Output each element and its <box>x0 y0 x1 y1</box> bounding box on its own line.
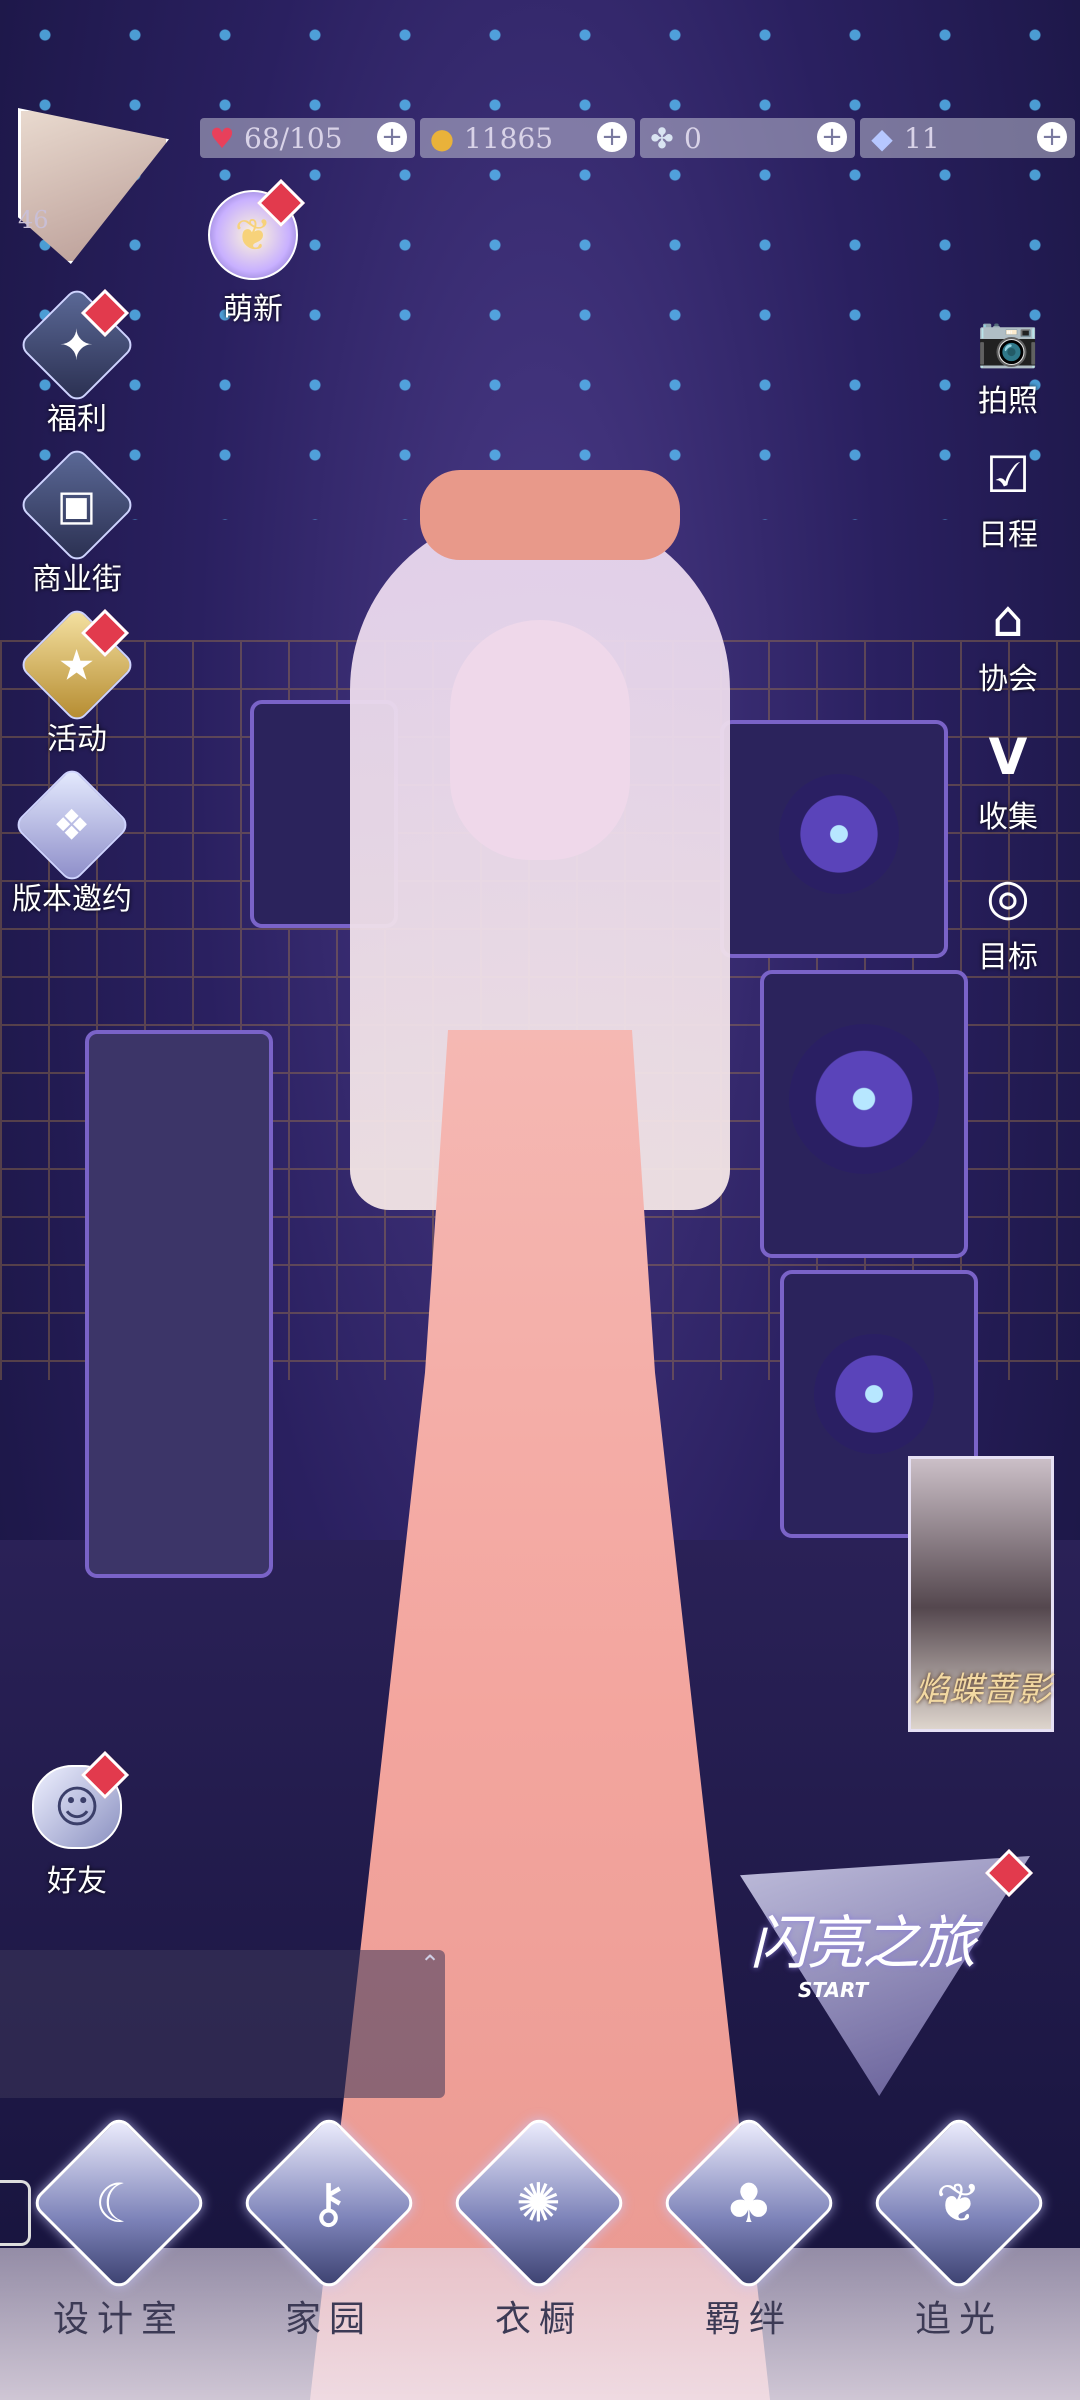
nav-label: 羁绊 <box>704 2299 793 2340</box>
nav-chase-light[interactable]: ❦ 追光 <box>869 2113 1049 2342</box>
shopping-street-button[interactable]: ▣ 商业街 <box>17 445 137 598</box>
collection-v-icon: V <box>988 728 1028 786</box>
player-avatar[interactable]: 46 <box>18 108 169 264</box>
swan-icon: ❖ <box>53 800 91 850</box>
clover-icon: ♣ <box>659 2113 839 2293</box>
chat-panel[interactable] <box>0 1950 445 2098</box>
diamond-icon: ◆ <box>871 121 893 155</box>
gold-coin-icon: ● <box>429 121 455 155</box>
collection-button[interactable]: V 收集 <box>958 722 1058 836</box>
nav-home[interactable]: ⚷ 家园 <box>239 2113 419 2342</box>
currency-bar: ♥ 68/105 + ● 11865 + ✤ 0 + ◆ 11 + <box>200 118 1080 158</box>
newbie-label: 萌新 <box>223 292 283 327</box>
clover-crystal-icon: ✤ <box>650 121 674 155</box>
add-clover-button[interactable]: + <box>817 122 847 152</box>
nav-wardrobe[interactable]: ✺ 衣橱 <box>449 2113 629 2342</box>
target-badge-icon: ◎ <box>986 868 1030 926</box>
journey-title: 闪亮之旅 <box>750 1909 976 1977</box>
chevron-up-icon[interactable]: ⌃ <box>420 1950 440 1978</box>
nav-label: 追光 <box>914 2299 1003 2340</box>
photo-button[interactable]: 📷 拍照 <box>958 306 1058 420</box>
shopping-street-label: 商业街 <box>32 562 122 597</box>
heart-gem-icon: ♥ <box>209 121 235 155</box>
version-invite-icon-box: ❖ <box>12 765 132 885</box>
currency-value: 0 <box>684 121 702 155</box>
currency-value: 68/105 <box>244 121 343 155</box>
friends-icon-box: ☺ <box>22 1750 132 1862</box>
guild-button[interactable]: ⌂ 协会 <box>958 584 1058 698</box>
newbie-button[interactable]: ❦ 萌新 <box>198 178 308 328</box>
crystal-icon: ✺ <box>449 2113 629 2293</box>
photo-label: 拍照 <box>978 384 1038 419</box>
currency-value: 11 <box>904 121 940 155</box>
player-character[interactable] <box>230 470 850 2400</box>
welfare-icon-box: ✦ <box>17 285 137 405</box>
shining-journey-button[interactable]: 闪亮之旅 START <box>740 1848 1034 2096</box>
character-face <box>450 620 630 860</box>
currency-value: 11865 <box>464 121 554 155</box>
currency-clover: ✤ 0 + <box>640 118 855 158</box>
nav-design-room[interactable]: ☾ 设计室 <box>29 2113 209 2342</box>
nav-label: 设计室 <box>52 2299 185 2340</box>
welfare-label: 福利 <box>47 402 107 437</box>
friends-label: 好友 <box>47 1864 107 1899</box>
guild-label: 协会 <box>978 662 1038 697</box>
balloon-icon: ✦ <box>59 320 95 370</box>
key-icon: ⚷ <box>239 2113 419 2293</box>
avatar-image <box>18 108 169 264</box>
welfare-button[interactable]: ✦ 福利 <box>17 285 137 438</box>
player-level: 46 <box>18 206 49 234</box>
butterfly-icon: ❦ <box>869 2113 1049 2293</box>
ceiling-lights <box>0 0 1080 520</box>
currency-stamina: ♥ 68/105 + <box>200 118 415 158</box>
currency-gold: ● 11865 + <box>420 118 635 158</box>
events-label: 活动 <box>47 722 107 757</box>
goals-button[interactable]: ◎ 目标 <box>958 862 1058 976</box>
shopping-bag-icon: ▣ <box>57 480 97 530</box>
goals-label: 目标 <box>978 940 1038 975</box>
add-gold-button[interactable]: + <box>597 122 627 152</box>
nav-label: 家园 <box>284 2299 373 2340</box>
newbie-icon-box: ❦ <box>198 178 308 290</box>
moon-icon: ☾ <box>29 2113 209 2293</box>
version-invite-button[interactable]: ❖ 版本邀约 <box>12 765 132 918</box>
currency-diamond: ◆ 11 + <box>860 118 1075 158</box>
calendar-check-icon: ☑ <box>985 446 1031 504</box>
nav-bonds[interactable]: ♣ 羁绊 <box>659 2113 839 2342</box>
schedule-label: 日程 <box>978 518 1038 553</box>
journey-start-text: START <box>798 1978 869 2002</box>
events-button[interactable]: ★ 活动 <box>17 605 137 758</box>
promo-card[interactable]: 焰蝶蔷影 <box>908 1456 1054 1732</box>
character-hair-bow <box>420 470 680 560</box>
friends-button[interactable]: ☺ 好友 <box>22 1750 132 1900</box>
events-icon-box: ★ <box>17 605 137 725</box>
version-invite-label: 版本邀约 <box>12 882 132 917</box>
add-diamond-button[interactable]: + <box>1037 122 1067 152</box>
star-icon: ★ <box>58 640 96 690</box>
camera-icon: 📷 <box>976 311 1040 370</box>
add-stamina-button[interactable]: + <box>377 122 407 152</box>
promo-title: 焰蝶蔷影 <box>915 1670 1051 1710</box>
shopping-icon-box: ▣ <box>17 445 137 565</box>
nav-label: 衣橱 <box>494 2299 583 2340</box>
schedule-button[interactable]: ☑ 日程 <box>958 440 1058 554</box>
collection-label: 收集 <box>978 800 1038 835</box>
edge-handle[interactable] <box>0 2180 31 2246</box>
guild-building-icon: ⌂ <box>992 590 1024 648</box>
